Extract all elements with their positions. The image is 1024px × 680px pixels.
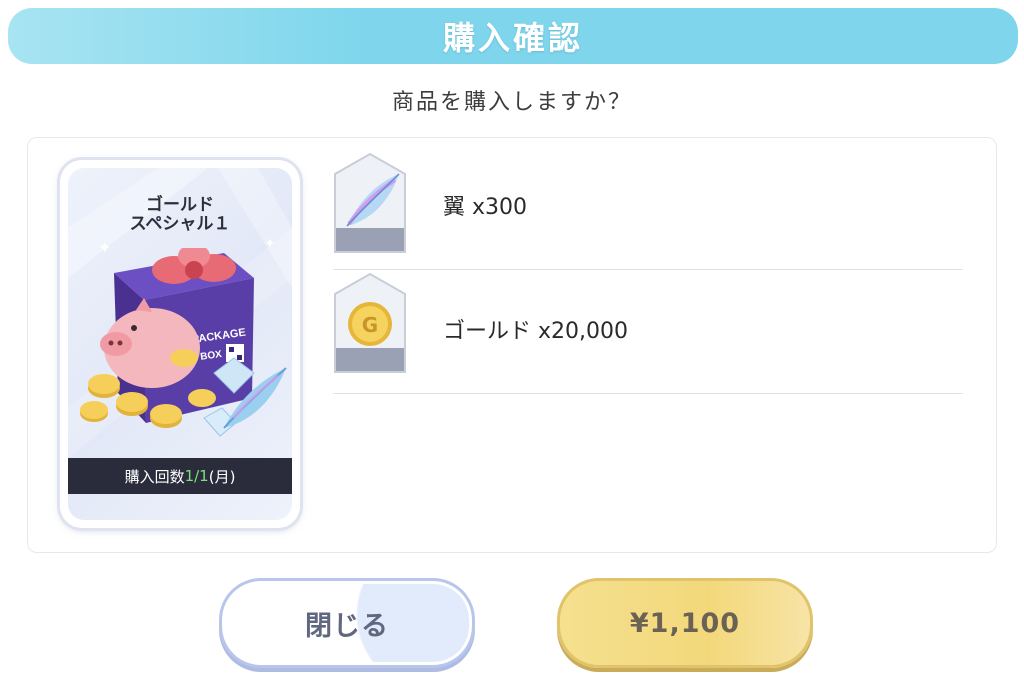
package-card-inner: ✦ ✦ ゴールド スペシャル１ PACKAGE BOX 購入回数 1/1 (月)	[68, 168, 292, 520]
svg-text:G: G	[362, 313, 378, 337]
item-row-gold: G ゴールド x20,000	[333, 272, 963, 394]
purchase-count-label: 購入回数	[124, 467, 185, 486]
package-name: ゴールド スペシャル１	[129, 195, 231, 234]
dialog-title-bar: 購入確認	[8, 8, 1018, 64]
package-card: ✦ ✦ ゴールド スペシャル１ PACKAGE BOX 購入回数 1/1 (月)	[60, 160, 300, 528]
gold-coin-icon: G	[334, 272, 406, 373]
purchase-count-period: (月)	[208, 467, 236, 486]
close-button[interactable]: 閉じる	[219, 578, 475, 668]
confirm-question: 商品を購入しますか？	[391, 90, 632, 115]
package-art: PACKAGE BOX	[80, 248, 287, 437]
dialog-title: 購入確認	[442, 19, 583, 57]
item-label-wings: 翼 x300	[443, 195, 528, 220]
purchase-count-value: 1/1	[184, 467, 209, 485]
item-row-wings: 翼 x300	[333, 152, 963, 270]
purchase-count-bar: 購入回数 1/1 (月)	[68, 458, 292, 494]
buy-button[interactable]: ¥1,100	[557, 578, 813, 668]
purchase-confirm-dialog: 購入確認 商品を購入しますか？ ✦ ✦ ゴールド スペシャル１ PACKAGE	[0, 0, 1024, 680]
wing-feather-icon	[334, 152, 406, 253]
item-label-gold: ゴールド x20,000	[443, 319, 628, 344]
